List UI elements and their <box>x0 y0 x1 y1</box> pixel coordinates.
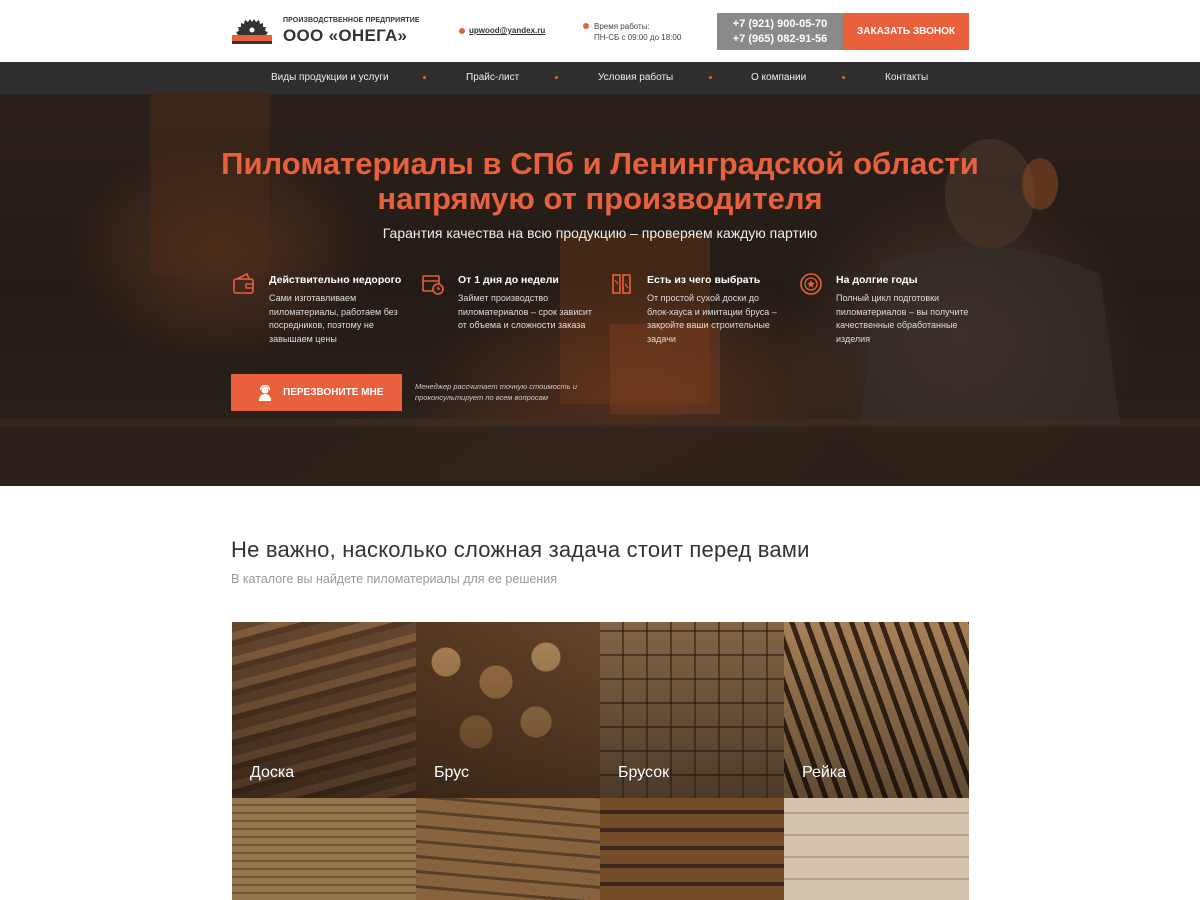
nav-separator <box>842 76 845 79</box>
tile-shade <box>232 798 416 900</box>
call-me-button[interactable]: ПЕРЕЗВОНИТЕ МНЕ <box>231 374 402 411</box>
feature-title: Есть из чего выбрать <box>647 274 761 286</box>
phone-block: +7 (921) 900-05-70 +7 (965) 082-91-56 <box>717 13 843 50</box>
operator-icon <box>259 384 271 401</box>
phone-number-2[interactable]: +7 (965) 082-91-56 <box>717 32 843 47</box>
nav-separator <box>709 76 712 79</box>
site-header: ПРОИЗВОДСТВЕННОЕ ПРЕДПРИЯТИЕ ООО «ОНЕГА»… <box>0 0 1200 62</box>
hero-title: Пиломатериалы в СПб и Ленинградской обла… <box>0 146 1200 216</box>
catalog-tile-label: Брус <box>434 764 470 781</box>
email-icon <box>459 27 465 34</box>
tile-shade <box>416 798 600 900</box>
tile-shade <box>600 798 784 900</box>
catalog-tile-label: Рейка <box>802 764 847 781</box>
call-me-button-label: ПЕРЕЗВОНИТЕ МНЕ <box>283 387 384 398</box>
catalog-title: Не важно, насколько сложная задача стоит… <box>231 537 810 562</box>
catalog-tile-bar[interactable]: Брусок <box>600 622 784 798</box>
catalog-subtitle: В каталоге вы найдете пиломатериалы для … <box>231 572 557 586</box>
nav-item-products[interactable]: Виды продукции и услуги <box>271 62 389 94</box>
feature-text: Полный цикл подготовки пиломатериалов – … <box>836 293 969 344</box>
nav-item-terms[interactable]: Условия работы <box>598 62 673 94</box>
catalog-tile-row2-1[interactable] <box>232 798 416 900</box>
nav-item-pricelist[interactable]: Прайс-лист <box>466 62 519 94</box>
cta-note: Менеджер рассчитает точную стоимость и п… <box>415 382 578 402</box>
company-name: ООО «ОНЕГА» <box>283 26 408 45</box>
order-call-button[interactable]: ЗАКАЗАТЬ ЗВОНОК <box>843 13 969 50</box>
feature-text: Займет производство пиломатериалов – сро… <box>458 293 593 330</box>
catalog-tile-label: Доска <box>250 764 295 781</box>
hours-label: Время работы: <box>594 22 650 31</box>
feature-title: На долгие годы <box>836 274 918 286</box>
working-hours: Время работы: ПН-СБ с 09:00 до 18:00 <box>583 21 681 43</box>
email-link[interactable]: upwood@yandex.ru <box>469 26 545 35</box>
feature-text: Сами изготавливаем пиломатериалы, работа… <box>269 293 398 344</box>
hero-section: Пиломатериалы в СПб и Ленинградской обла… <box>0 94 1200 486</box>
award-icon <box>800 273 822 295</box>
nav-item-contacts[interactable]: Контакты <box>885 62 928 94</box>
feature-text: От простой сухой доски до блок-хауса и и… <box>647 293 777 344</box>
planks-icon <box>612 274 631 294</box>
catalog-tile-board[interactable]: Доска <box>232 622 416 798</box>
calendar-icon <box>422 275 444 295</box>
catalog-tile-row2-2[interactable] <box>416 798 600 900</box>
hero-title-line-2: напрямую от производителя <box>377 181 823 216</box>
main-nav: Виды продукции и услуги Прайс-лист Услов… <box>0 62 1200 94</box>
clock-icon <box>583 23 589 29</box>
hero-title-line-1: Пиломатериалы в СПб и Ленинградской обла… <box>221 146 979 181</box>
feature-title: Действительно недорого <box>269 274 402 286</box>
email-contact[interactable]: upwood@yandex.ru <box>459 26 545 35</box>
hero-subtitle: Гарантия качества на всю продукцию – про… <box>382 225 818 241</box>
saw-blade-icon <box>232 18 272 44</box>
catalog-grid: Доска Брус Брусок Рейка <box>232 622 969 900</box>
nav-separator <box>555 76 558 79</box>
catalog-tile-slat[interactable]: Рейка <box>784 622 969 798</box>
nav-item-about[interactable]: О компании <box>751 62 806 94</box>
company-tagline: ПРОИЗВОДСТВЕННОЕ ПРЕДПРИЯТИЕ <box>283 17 420 24</box>
catalog-tile-beam[interactable]: Брус <box>416 622 600 798</box>
feature-title: От 1 дня до недели <box>458 274 559 286</box>
tile-shade <box>784 798 969 900</box>
catalog-tile-row2-3[interactable] <box>600 798 784 900</box>
phone-number-1[interactable]: +7 (921) 900-05-70 <box>717 17 843 32</box>
hours-value: ПН-СБ с 09:00 до 18:00 <box>594 33 682 42</box>
company-logo[interactable]: ПРОИЗВОДСТВЕННОЕ ПРЕДПРИЯТИЕ ООО «ОНЕГА» <box>231 17 420 46</box>
catalog-tile-label: Брусок <box>618 764 670 781</box>
nav-separator <box>423 76 426 79</box>
catalog-tile-row2-4[interactable] <box>784 798 969 900</box>
wallet-icon <box>233 272 254 294</box>
